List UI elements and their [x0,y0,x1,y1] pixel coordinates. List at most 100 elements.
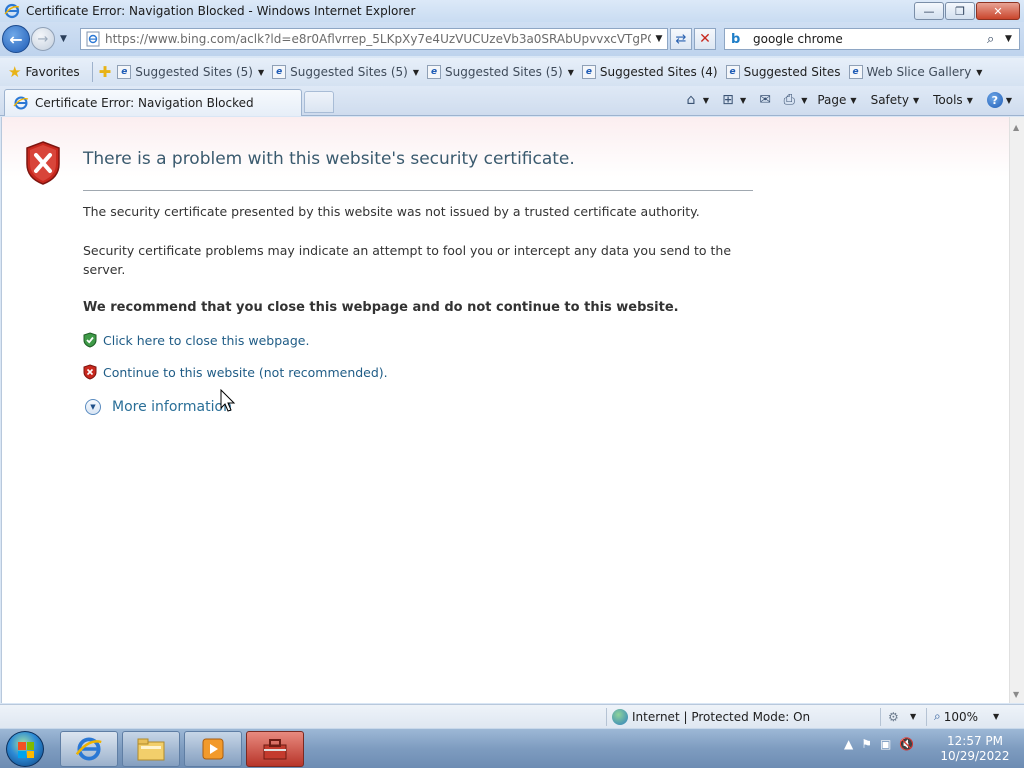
recent-pages-dropdown[interactable]: ▼ [60,34,67,44]
dropdown-icon: ▼ [850,95,857,105]
tools-menu-label: Tools [933,93,963,107]
address-bar[interactable]: https://www.bing.com/aclk?ld=e8r0Aflvrre… [80,28,668,50]
more-information-label: More information [112,399,232,415]
folder-icon [137,738,165,761]
network-icon[interactable]: ▣ [880,737,891,751]
dropdown-icon[interactable]: ▼ [910,712,916,721]
volume-muted-icon[interactable]: 🔇 [899,737,914,751]
page-content: There is a problem with this website's s… [1,117,1009,703]
forward-button[interactable]: → [31,27,55,51]
ie-page-icon: e [272,65,287,79]
zoom-control[interactable]: ⌕ 100% [934,709,978,724]
dropdown-icon[interactable]: ▼ [413,68,419,77]
minimize-button[interactable]: — [914,2,944,20]
system-tray: ▲ ⚑ ▣ 🔇 [844,737,914,751]
warning-message: Security certificate problems may indica… [83,243,732,277]
separator [926,708,927,726]
favorite-link[interactable]: e Suggested Sites (5) ▼ [117,65,264,79]
favorite-link-label: Suggested Sites (5) [445,65,563,79]
feeds-icon[interactable]: ⊞ [719,92,737,108]
new-tab-button[interactable] [304,91,334,113]
protected-mode-settings-icon[interactable]: ⚙ [888,710,899,724]
compatibility-view-button[interactable]: ⇄ [670,28,692,50]
address-dropdown-icon[interactable]: ▼ [651,34,667,44]
clock-date: 10/29/2022 [940,749,1010,763]
zoom-icon: ⌕ [934,709,941,723]
media-player-icon [202,738,224,760]
bing-icon: b [731,31,741,47]
taskbar-toolbox-app[interactable] [246,731,304,767]
taskbar-file-explorer[interactable] [122,731,180,767]
start-button[interactable] [6,731,44,767]
scroll-down-icon[interactable]: ▼ [1013,690,1019,699]
continue-link-text[interactable]: Continue to this website (not recommende… [103,365,388,380]
favorite-link[interactable]: e Suggested Sites (4) [581,65,718,79]
url-text[interactable]: https://www.bing.com/aclk?ld=e8r0Aflvrre… [105,32,651,46]
forward-arrow-icon: → [37,31,49,47]
close-window-button[interactable]: ✕ [976,2,1020,20]
tab-bar: Certificate Error: Navigation Blocked ⌂ … [0,86,1024,116]
vertical-scrollbar[interactable]: ▲ ▼ [1009,117,1024,703]
favorite-link[interactable]: e Suggested Sites (5) ▼ [272,65,419,79]
search-options-dropdown[interactable]: ▼ [1005,34,1019,44]
zoom-dropdown-icon[interactable]: ▼ [993,712,999,721]
dropdown-icon[interactable]: ▼ [258,68,264,77]
page-menu-label: Page [817,93,847,107]
divider [83,190,753,191]
print-dropdown-icon[interactable]: ▼ [801,96,807,105]
mouse-cursor-icon [220,389,236,412]
close-webpage-link-text[interactable]: Click here to close this webpage. [103,333,309,348]
search-icon[interactable]: ⌕ [987,32,1005,47]
status-bar: Internet | Protected Mode: On ⚙ ▼ ⌕ 100%… [0,704,1024,728]
dropdown-icon: ▼ [966,95,973,105]
expand-chevron-icon: ▼ [85,399,101,415]
system-clock[interactable]: 12:57 PM 10/29/2022 [940,734,1010,764]
add-to-favorites-bar-icon[interactable]: ✚ [99,63,112,81]
home-icon[interactable]: ⌂ [682,92,700,108]
title-bar: Certificate Error: Navigation Blocked - … [0,0,1024,22]
back-button[interactable]: ← [2,25,30,53]
search-box[interactable]: b google chrome ⌕ ▼ [724,28,1020,50]
clock-time: 12:57 PM [947,734,1003,748]
windows-taskbar: ▲ ⚑ ▣ 🔇 12:57 PM 10/29/2022 [0,728,1024,768]
safety-menu[interactable]: Safety ▼ [871,93,924,107]
security-zone[interactable]: Internet | Protected Mode: On [612,709,810,725]
tab-label: Certificate Error: Navigation Blocked [35,96,254,110]
help-icon[interactable]: ? [986,92,1003,108]
more-information-toggle[interactable]: ▼ More information [85,399,232,415]
help-dropdown-icon[interactable]: ▼ [1006,96,1012,105]
tab-certificate-error[interactable]: Certificate Error: Navigation Blocked [4,89,302,116]
search-input[interactable]: google chrome [753,32,987,46]
error-shield-icon [26,141,60,185]
favorite-link-label: Suggested Sites (5) [135,65,253,79]
mail-icon[interactable]: ✉ [756,92,774,108]
tools-menu[interactable]: Tools ▼ [933,93,977,107]
show-hidden-icons-icon[interactable]: ▲ [844,737,853,751]
favorite-link[interactable]: e Web Slice Gallery ▼ [848,65,982,79]
taskbar-internet-explorer[interactable] [60,731,118,767]
taskbar-media-player[interactable] [184,731,242,767]
favorites-star-icon: ★ [8,63,22,81]
page-icon [86,31,100,47]
scroll-up-icon[interactable]: ▲ [1013,123,1019,132]
print-icon[interactable]: ⎙ [780,92,798,108]
security-zone-label: Internet | Protected Mode: On [632,710,811,724]
command-bar: ⌂ ▼ ⊞ ▼ ✉ ⎙ ▼ Page ▼ Safety ▼ Tools ▼ ? … [682,92,1016,108]
favorite-link[interactable]: e Suggested Sites (5) ▼ [427,65,574,79]
favorite-link[interactable]: e Suggested Sites [725,65,841,79]
maximize-button[interactable]: ❐ [945,2,975,20]
action-center-flag-icon[interactable]: ⚑ [861,737,872,751]
favorite-link-label: Web Slice Gallery [866,65,972,79]
favorites-button[interactable]: ★ Favorites [8,63,80,81]
page-title: There is a problem with this website's s… [83,149,575,169]
feeds-dropdown-icon[interactable]: ▼ [740,96,746,105]
close-webpage-link[interactable]: Click here to close this webpage. [83,332,309,348]
home-dropdown-icon[interactable]: ▼ [703,96,709,105]
dropdown-icon[interactable]: ▼ [976,68,982,77]
stop-icon: ✕ [699,31,711,47]
continue-link[interactable]: Continue to this website (not recommende… [83,364,388,380]
page-menu[interactable]: Page ▼ [817,93,860,107]
dropdown-icon[interactable]: ▼ [568,68,574,77]
separator [91,62,93,82]
stop-button[interactable]: ✕ [694,28,716,50]
